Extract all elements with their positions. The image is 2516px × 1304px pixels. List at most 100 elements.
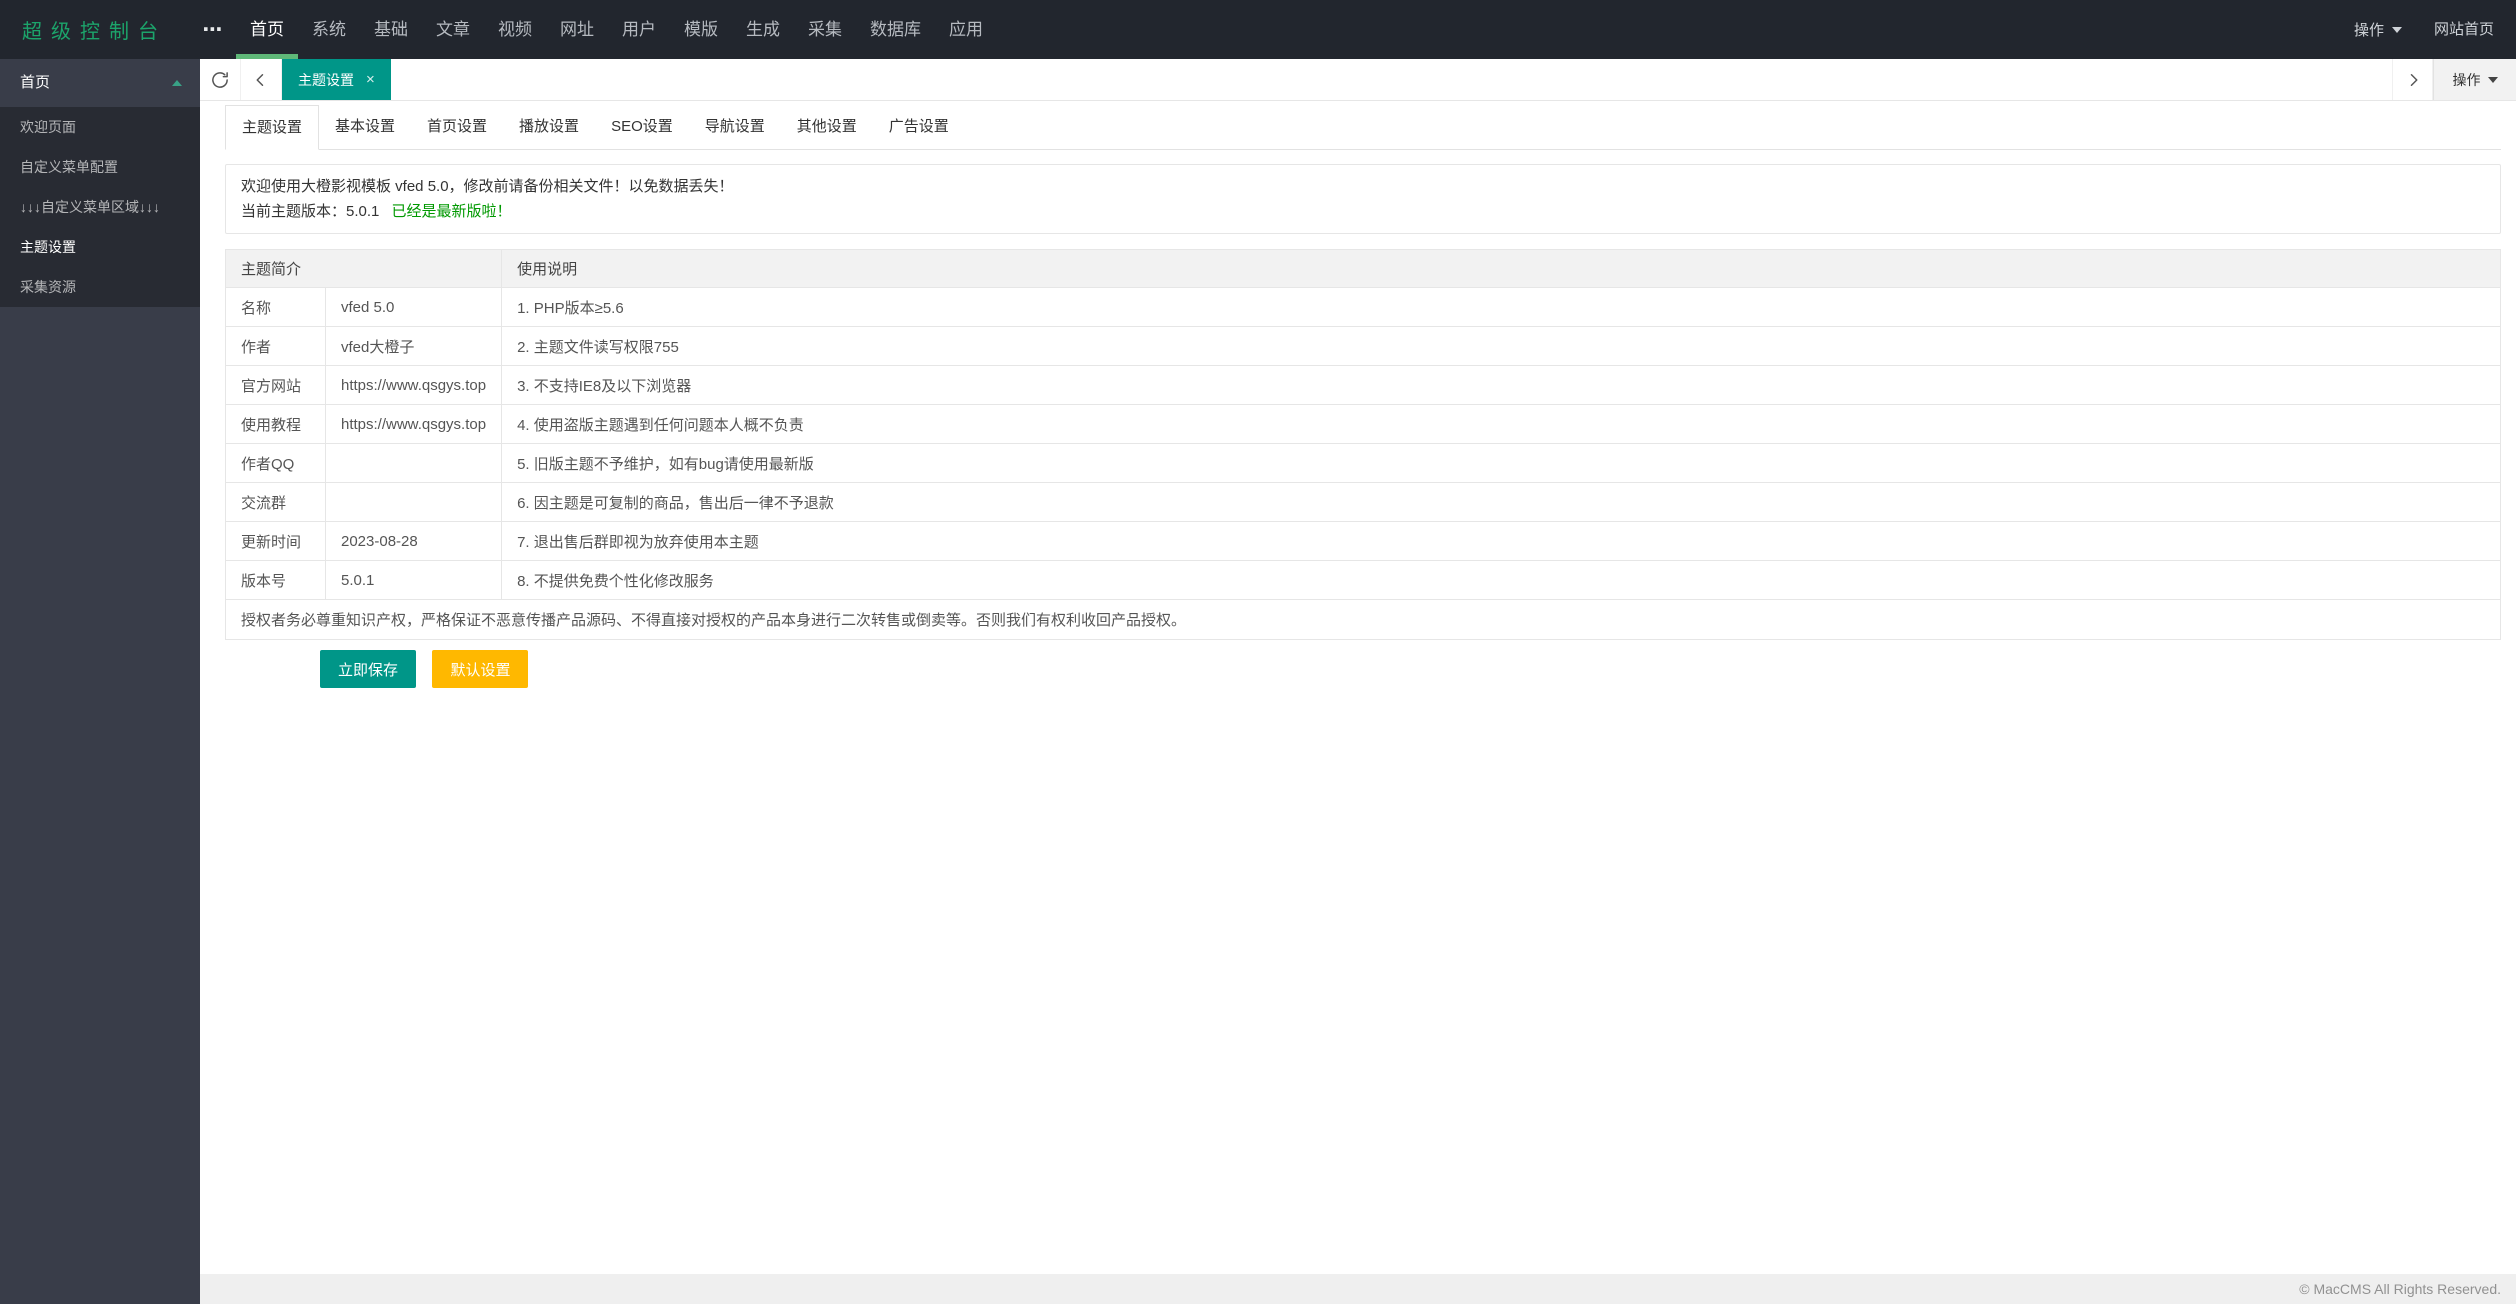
top-nav-item-collect[interactable]: 采集 bbox=[794, 0, 856, 59]
tab-homepage-settings[interactable]: 首页设置 bbox=[411, 105, 503, 149]
row-note: 4. 使用盗版主题遇到任何问题本人概不负责 bbox=[501, 404, 2501, 444]
page-footer: © MacCMS All Rights Reserved. bbox=[200, 1274, 2516, 1304]
chevron-right-icon bbox=[2410, 73, 2417, 86]
table-row: 作者QQ 5. 旧版主题不予维护，如有bug请使用最新版 bbox=[225, 443, 2501, 483]
table-row: 作者 vfed大橙子 2. 主题文件读写权限755 bbox=[225, 326, 2501, 366]
table-row: 交流群 6. 因主题是可复制的商品，售出后一律不予退款 bbox=[225, 482, 2501, 522]
tab-strip: 主题设置 × 操作 bbox=[200, 59, 2516, 101]
chevron-down-icon bbox=[2487, 76, 2498, 83]
chevron-up-icon bbox=[172, 80, 182, 86]
topbar-right-group: 操作 网站首页 bbox=[2336, 0, 2516, 59]
table-row: 官方网站 https://www.qsgys.top 3. 不支持IE8及以下浏… bbox=[225, 365, 2501, 405]
tab-actions-dropdown[interactable]: 操作 bbox=[2433, 59, 2516, 100]
refresh-icon bbox=[212, 71, 228, 88]
top-nav-item-website[interactable]: 网址 bbox=[546, 0, 608, 59]
row-value: https://www.qsgys.top bbox=[324, 365, 503, 405]
close-icon[interactable]: × bbox=[366, 71, 375, 88]
sidebar-group-label: 首页 bbox=[20, 74, 51, 91]
chevron-down-icon bbox=[2391, 26, 2402, 33]
table-header-intro: 主题简介 bbox=[224, 249, 503, 288]
top-nav-item-database[interactable]: 数据库 bbox=[856, 0, 935, 59]
sidebar: 首页 欢迎页面 自定义菜单配置 ↓↓↓自定义菜单区域↓↓↓ 主题设置 采集资源 bbox=[0, 59, 200, 1304]
row-label: 作者QQ bbox=[225, 443, 326, 483]
row-label: 官方网站 bbox=[225, 365, 326, 405]
table-row: 名称 vfed 5.0 1. PHP版本≥5.6 bbox=[225, 287, 2501, 327]
top-nav-item-user[interactable]: 用户 bbox=[608, 0, 670, 59]
chevron-left-icon bbox=[256, 73, 264, 86]
row-label: 交流群 bbox=[225, 482, 326, 522]
top-nav-item-generate[interactable]: 生成 bbox=[732, 0, 794, 59]
top-nav: 首页 系统 基础 文章 视频 网址 用户 模版 生成 采集 数据库 应用 bbox=[236, 0, 997, 59]
top-nav-item-article[interactable]: 文章 bbox=[422, 0, 484, 59]
tab-scroll-left-button[interactable] bbox=[241, 59, 282, 100]
tab-theme-settings[interactable]: 主题设置 bbox=[225, 105, 320, 150]
tab-other-settings[interactable]: 其他设置 bbox=[781, 105, 873, 149]
top-nav-item-template[interactable]: 模版 bbox=[670, 0, 732, 59]
sidebar-item-welcome[interactable]: 欢迎页面 bbox=[0, 107, 200, 147]
copyright-text: © MacCMS All Rights Reserved. bbox=[2299, 1281, 2501, 1297]
default-settings-button[interactable]: 默认设置 bbox=[432, 650, 529, 688]
topbar-action-dropdown[interactable]: 操作 bbox=[2336, 0, 2420, 59]
theme-info-table: 主题简介 使用说明 名称 vfed 5.0 1. PHP版本≥5.6 作者 vf… bbox=[224, 249, 2501, 640]
ellipsis-menu-icon[interactable]: ⋯ bbox=[190, 17, 236, 42]
tab-basic-settings[interactable]: 基本设置 bbox=[319, 105, 411, 149]
row-value: 5.0.1 bbox=[324, 560, 503, 600]
row-value bbox=[324, 482, 503, 522]
top-nav-item-home[interactable]: 首页 bbox=[236, 0, 298, 59]
top-nav-item-basic[interactable]: 基础 bbox=[360, 0, 422, 59]
form-actions: 立即保存 默认设置 bbox=[320, 650, 2501, 688]
sidebar-item-theme-settings[interactable]: 主题设置 bbox=[0, 227, 200, 267]
row-label: 版本号 bbox=[225, 560, 326, 600]
tab-actions-label: 操作 bbox=[2452, 71, 2481, 88]
row-label: 更新时间 bbox=[225, 521, 326, 561]
notice-latest-badge: 已经是最新版啦！ bbox=[391, 203, 512, 220]
row-note: 8. 不提供免费个性化修改服务 bbox=[501, 560, 2501, 600]
row-value: 2023-08-28 bbox=[324, 521, 503, 561]
tab-ad-settings[interactable]: 广告设置 bbox=[873, 105, 965, 149]
row-value bbox=[324, 443, 503, 483]
topbar: 超级控制台 ⋯ 首页 系统 基础 文章 视频 网址 用户 模版 生成 采集 数据… bbox=[0, 0, 2516, 59]
table-row: 版本号 5.0.1 8. 不提供免费个性化修改服务 bbox=[225, 560, 2501, 600]
sidebar-item-custom-area[interactable]: ↓↓↓自定义菜单区域↓↓↓ bbox=[0, 187, 200, 227]
topbar-site-home-link[interactable]: 网站首页 bbox=[2420, 0, 2516, 59]
tab-scroll-right-button[interactable] bbox=[2392, 59, 2433, 100]
notice-box: 欢迎使用大橙影视模板 vfed 5.0，修改前请备份相关文件！以免数据丢失！ 当… bbox=[225, 164, 2501, 234]
save-button[interactable]: 立即保存 bbox=[320, 650, 417, 688]
sidebar-item-custom-menu[interactable]: 自定义菜单配置 bbox=[0, 147, 200, 187]
row-value: vfed大橙子 bbox=[324, 326, 503, 366]
sidebar-menu: 欢迎页面 自定义菜单配置 ↓↓↓自定义菜单区域↓↓↓ 主题设置 采集资源 bbox=[0, 107, 200, 307]
notice-line-1: 欢迎使用大橙影视模板 vfed 5.0，修改前请备份相关文件！以免数据丢失！ bbox=[241, 178, 734, 195]
app-logo: 超级控制台 bbox=[22, 21, 167, 43]
row-value: https://www.qsgys.top bbox=[324, 404, 503, 444]
top-nav-item-system[interactable]: 系统 bbox=[298, 0, 360, 59]
tab-strip-spacer bbox=[391, 59, 2392, 100]
row-note: 7. 退出售后群即视为放弃使用本主题 bbox=[501, 521, 2501, 561]
open-tab-label: 主题设置 bbox=[298, 71, 354, 88]
row-note: 3. 不支持IE8及以下浏览器 bbox=[501, 365, 2501, 405]
main-content: 主题设置 基本设置 首页设置 播放设置 SEO设置 导航设置 其他设置 广告设置… bbox=[200, 101, 2516, 1274]
row-note: 1. PHP版本≥5.6 bbox=[501, 287, 2501, 327]
notice-version-text: 当前主题版本：5.0.1 bbox=[241, 203, 380, 220]
row-note: 2. 主题文件读写权限755 bbox=[501, 326, 2501, 366]
table-row: 更新时间 2023-08-28 7. 退出售后群即视为放弃使用本主题 bbox=[225, 521, 2501, 561]
table-header-instructions: 使用说明 bbox=[501, 249, 2501, 288]
top-nav-item-app[interactable]: 应用 bbox=[935, 0, 997, 59]
tab-play-settings[interactable]: 播放设置 bbox=[503, 105, 595, 149]
row-label: 名称 bbox=[225, 287, 326, 327]
row-note: 6. 因主题是可复制的商品，售出后一律不予退款 bbox=[501, 482, 2501, 522]
sidebar-group-home[interactable]: 首页 bbox=[0, 59, 200, 107]
sidebar-item-collect-res[interactable]: 采集资源 bbox=[0, 267, 200, 307]
table-row: 使用教程 https://www.qsgys.top 4. 使用盗版主题遇到任何… bbox=[225, 404, 2501, 444]
row-label: 作者 bbox=[225, 326, 326, 366]
notice-line-2: 当前主题版本：5.0.1 已经是最新版啦！ bbox=[241, 199, 2485, 224]
row-value: vfed 5.0 bbox=[324, 287, 503, 327]
tab-nav-settings[interactable]: 导航设置 bbox=[689, 105, 781, 149]
top-nav-item-video[interactable]: 视频 bbox=[484, 0, 546, 59]
open-tab-theme-settings[interactable]: 主题设置 × bbox=[282, 59, 391, 100]
license-note: 授权者务必尊重知识产权，严格保证不恶意传播产品源码、不得直接对授权的产品本身进行… bbox=[225, 599, 2501, 640]
table-header-row: 主题简介 使用说明 bbox=[224, 249, 2501, 288]
settings-tabs: 主题设置 基本设置 首页设置 播放设置 SEO设置 导航设置 其他设置 广告设置 bbox=[225, 105, 2501, 150]
refresh-button[interactable] bbox=[200, 59, 241, 100]
tab-seo-settings[interactable]: SEO设置 bbox=[595, 105, 689, 149]
table-footer-row: 授权者务必尊重知识产权，严格保证不恶意传播产品源码、不得直接对授权的产品本身进行… bbox=[225, 599, 2501, 640]
